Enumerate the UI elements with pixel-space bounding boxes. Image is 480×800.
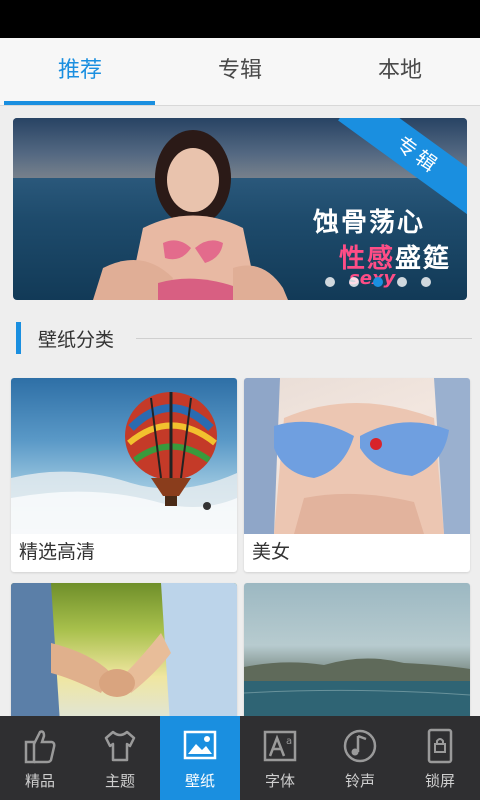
featured-banner[interactable]: 专辑 蚀骨荡心 性感盛筵 sexy (13, 118, 467, 300)
page-dot[interactable] (421, 277, 431, 287)
category-card[interactable]: 精选高清 (11, 378, 237, 572)
nav-label: 壁纸 (184, 772, 215, 790)
tab-indicator (4, 101, 155, 105)
tab-album[interactable]: 专辑 (160, 38, 320, 106)
section-title: 壁纸分类 (38, 329, 115, 351)
nav-label: 字体 (264, 772, 295, 790)
nav-item-ringtone[interactable]: 铃声 (320, 716, 400, 800)
status-bar (0, 0, 480, 38)
nav-item-theme[interactable]: 主题 (80, 716, 160, 800)
nav-item-font[interactable]: a 字体 (240, 716, 320, 800)
nav-label: 锁屏 (424, 772, 455, 790)
category-label: 美女 (252, 541, 291, 563)
section-divider (136, 338, 472, 339)
category-label: 精选高清 (19, 541, 96, 563)
svg-text:a: a (286, 736, 292, 747)
nav-label: 铃声 (344, 772, 375, 790)
tab-recommend[interactable]: 推荐 (0, 38, 160, 106)
banner-title-white: 盛筵 (395, 244, 452, 274)
nav-item-lockscreen[interactable]: 锁屏 (400, 716, 480, 800)
tab-local[interactable]: 本地 (320, 38, 480, 106)
page-dot[interactable] (397, 277, 407, 287)
music-note-icon (343, 729, 377, 763)
section-accent-bar (16, 322, 21, 354)
beauty-image (244, 378, 470, 534)
section-header-wallpaper-categories: 壁纸分类 (16, 322, 472, 354)
bottom-navigation: 精品 主题 壁纸 a 字体 铃声 锁屏 (0, 716, 480, 800)
lock-screen-icon (427, 728, 453, 764)
banner-model-image (93, 130, 288, 300)
nav-item-featured[interactable]: 精品 (0, 716, 80, 800)
picture-icon (183, 730, 217, 760)
top-tab-bar: 推荐 专辑 本地 (0, 38, 480, 106)
page-dot[interactable] (325, 277, 335, 287)
page-dot[interactable] (349, 277, 359, 287)
category-thumbnail-balloon (11, 378, 237, 534)
page-dot-active[interactable] (373, 277, 383, 287)
nav-label: 主题 (104, 772, 135, 790)
nav-label: 精品 (24, 772, 55, 790)
font-icon: a (263, 730, 297, 762)
tshirt-icon (104, 730, 136, 762)
banner-title-line1: 蚀骨荡心 (313, 208, 426, 238)
balloon-image (11, 392, 237, 534)
category-thumbnail-beauty (244, 378, 470, 534)
nav-item-wallpaper[interactable]: 壁纸 (160, 716, 240, 800)
category-card[interactable]: 美女 (244, 378, 470, 572)
thumbs-up-icon (24, 730, 56, 764)
banner-page-dots (325, 272, 445, 287)
